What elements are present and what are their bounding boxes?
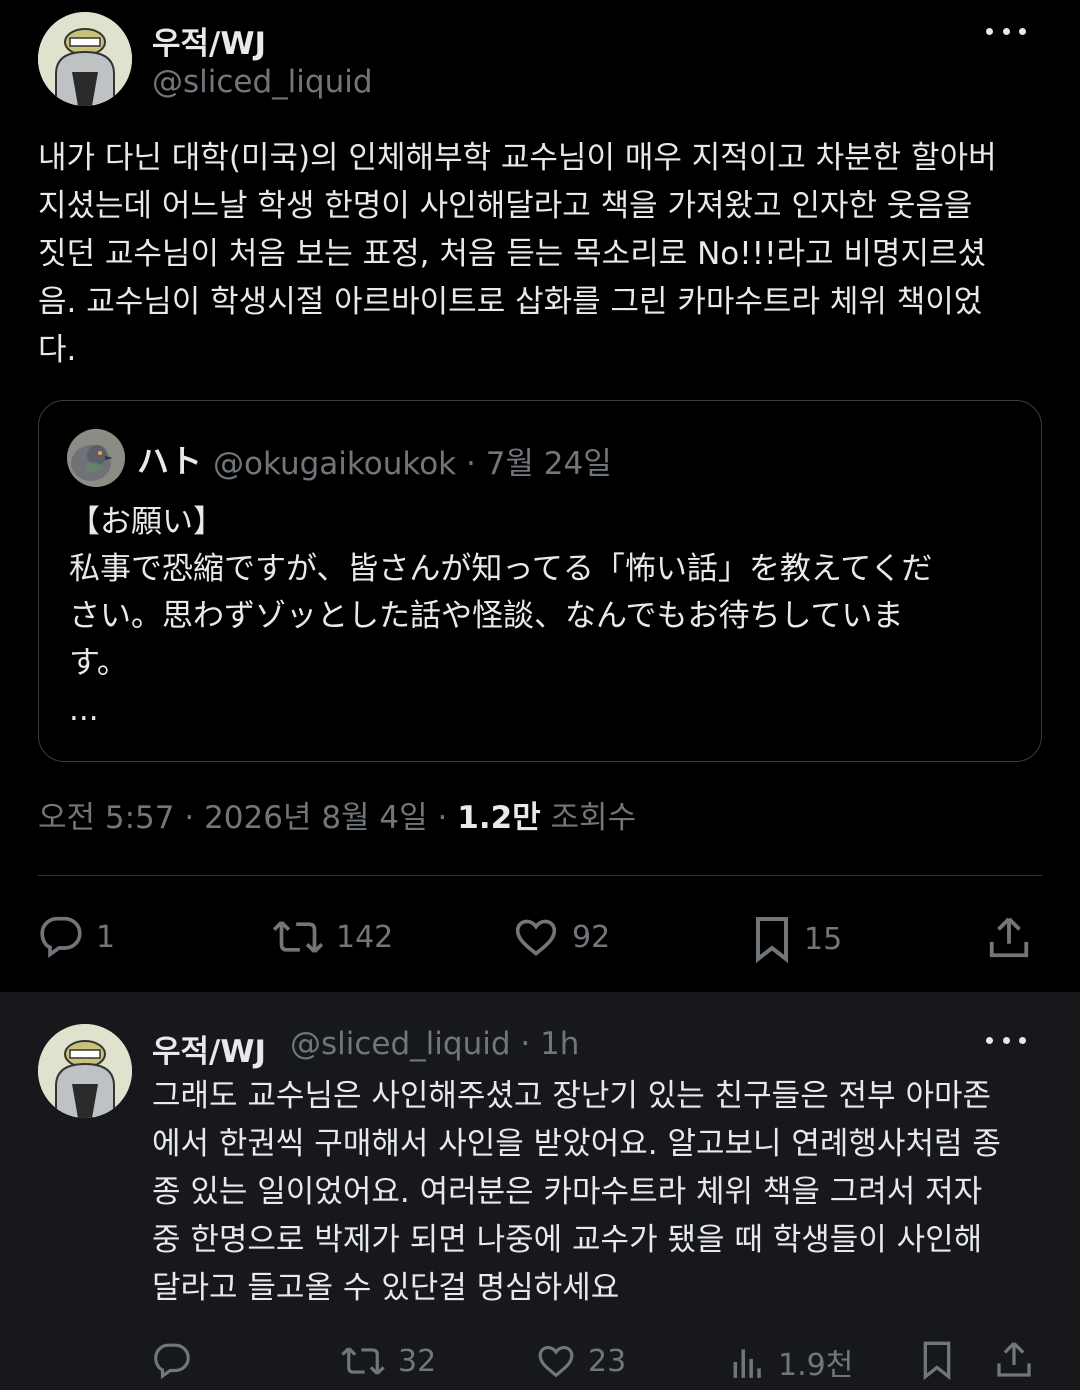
reply-author-handle[interactable]: @sliced_liquid · 1h bbox=[290, 1026, 579, 1062]
quoted-tweet[interactable]: ハト @okugaikoukok · 7월 24일 【お願い】 私事で恐縮ですが… bbox=[38, 400, 1042, 762]
repost-count: 142 bbox=[336, 919, 394, 955]
divider bbox=[38, 875, 1042, 876]
reply-views-button[interactable]: 1.9천 bbox=[730, 1340, 853, 1384]
author-avatar[interactable] bbox=[38, 12, 132, 106]
more-icon[interactable] bbox=[986, 21, 1026, 41]
reply-count: 1 bbox=[96, 919, 116, 955]
like-count: 92 bbox=[572, 919, 611, 955]
reply-like-button[interactable]: 23 bbox=[536, 1342, 626, 1380]
like-icon bbox=[515, 919, 557, 956]
author-handle[interactable]: @sliced_liquid bbox=[152, 64, 373, 100]
view-count: 1.2만 bbox=[457, 800, 541, 836]
reply-more-icon[interactable] bbox=[986, 1030, 1026, 1050]
reply-like-count: 23 bbox=[588, 1343, 627, 1379]
reply-bookmark-button[interactable] bbox=[920, 1340, 954, 1380]
quote-text: 【お願い】 私事で恐縮ですが、皆さんが知ってる「怖い話」を教えてくだ さい。思わ… bbox=[69, 504, 933, 728]
reply-icon bbox=[154, 1343, 190, 1380]
quote-author-name: ハト bbox=[137, 442, 202, 480]
repost-button[interactable]: 142 bbox=[272, 915, 393, 959]
reply-repost-button[interactable]: 32 bbox=[340, 1342, 436, 1380]
like-icon bbox=[538, 1345, 574, 1378]
quote-avatar bbox=[67, 429, 125, 487]
reply-repost-count: 32 bbox=[398, 1343, 437, 1379]
tweet-meta: 오전 5:57 · 2026년 8월 4일 · 1.2만 조회수 bbox=[38, 792, 636, 837]
timestamp[interactable]: 오전 5:57 · 2026년 8월 4일 · bbox=[38, 800, 457, 836]
repost-icon bbox=[272, 921, 324, 953]
bookmark-icon bbox=[923, 1341, 951, 1380]
reply-author-name[interactable]: 우적/WJ bbox=[152, 1026, 266, 1071]
reply-reply-button[interactable] bbox=[152, 1342, 192, 1380]
bookmark-button[interactable]: 15 bbox=[752, 915, 842, 963]
reply-tweet[interactable]: 우적/WJ @sliced_liquid · 1h 그래도 교수님은 사인해주셨… bbox=[0, 992, 1080, 1390]
quote-author-handle: @okugaikoukok · 7월 24일 bbox=[213, 446, 612, 482]
tweet-text: 내가 다닌 대학(미국)의 인체해부학 교수님이 매우 지적이고 차분한 할아버… bbox=[38, 140, 997, 368]
repost-icon bbox=[341, 1347, 385, 1375]
share-icon bbox=[989, 917, 1029, 958]
views-icon bbox=[733, 1349, 761, 1378]
reply-text: 그래도 교수님은 사인해주셨고 장난기 있는 친구들은 전부 아마존 에서 한권… bbox=[152, 1078, 1001, 1306]
reply-icon bbox=[40, 916, 82, 958]
main-tweet: 우적/WJ @sliced_liquid 내가 다닌 대학(미국)의 인체해부학… bbox=[0, 0, 1080, 992]
reply-share-button[interactable] bbox=[994, 1340, 1034, 1380]
reply-views-count: 1.9천 bbox=[778, 1348, 854, 1383]
bookmark-icon bbox=[756, 917, 788, 963]
like-button[interactable]: 92 bbox=[512, 915, 610, 959]
author-name[interactable]: 우적/WJ bbox=[152, 18, 266, 63]
share-icon bbox=[997, 1342, 1031, 1377]
reply-button[interactable]: 1 bbox=[38, 915, 115, 959]
bookmark-count: 15 bbox=[804, 921, 843, 957]
share-button[interactable] bbox=[986, 915, 1032, 961]
view-label: 조회수 bbox=[540, 800, 637, 836]
reply-author-avatar[interactable] bbox=[38, 1024, 132, 1118]
